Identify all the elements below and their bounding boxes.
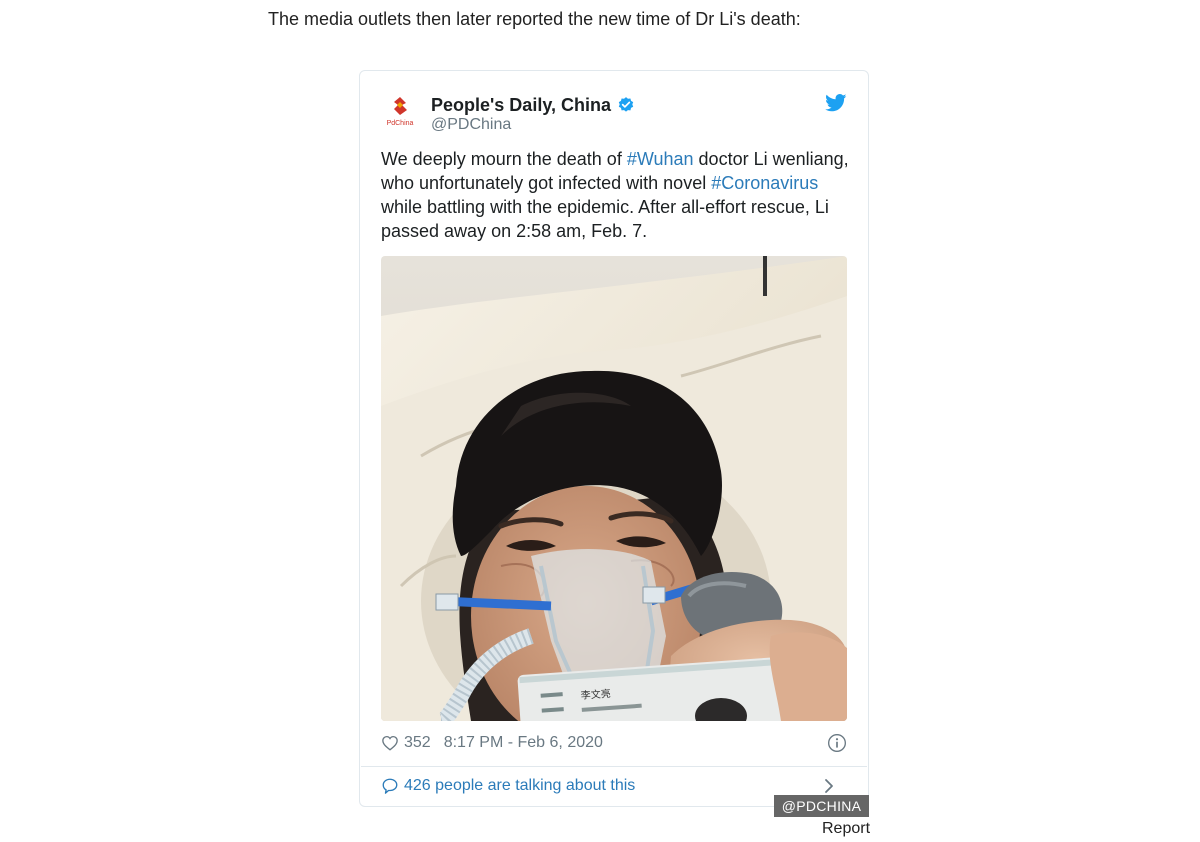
- author-avatar[interactable]: PdChina: [380, 93, 420, 133]
- chevron-right-icon[interactable]: [823, 777, 835, 795]
- like-count[interactable]: 352: [404, 734, 431, 752]
- hashtag-wuhan-link[interactable]: #Wuhan: [627, 149, 694, 169]
- tweet-timestamp[interactable]: 8:17 PM - Feb 6, 2020: [444, 734, 603, 752]
- tweet-text-part-3: while battling with the epidemic. After …: [381, 197, 829, 241]
- report-link[interactable]: Report: [822, 820, 870, 838]
- heart-icon[interactable]: [381, 734, 399, 752]
- verified-icon: [618, 97, 634, 112]
- tweet-text: We deeply mourn the death of #Wuhan doct…: [381, 147, 851, 243]
- tweet-text-part-1: We deeply mourn the death of: [381, 149, 627, 169]
- avatar-logo-text: PdChina: [387, 120, 414, 127]
- embedded-tweet-card: PdChina People's Daily, China @PDChina W…: [359, 70, 869, 807]
- info-icon[interactable]: [827, 733, 847, 753]
- tweet-divider: [361, 766, 867, 767]
- author-handle[interactable]: @PDChina: [431, 116, 511, 134]
- bubble-icon: [382, 778, 398, 794]
- article-intro-text: The media outlets then later reported th…: [268, 9, 801, 29]
- tweet-photo[interactable]: 李文亮: [381, 256, 847, 721]
- hashtag-coronavirus-link[interactable]: #Coronavirus: [711, 173, 818, 193]
- author-name[interactable]: People's Daily, China: [431, 94, 611, 116]
- author-name-row[interactable]: People's Daily, China: [431, 94, 635, 116]
- image-credit-badge: @PDCHINA: [774, 795, 869, 817]
- twitter-logo-icon[interactable]: [825, 94, 847, 112]
- tweet-meta-row: 352 8:17 PM - Feb 6, 2020: [381, 731, 847, 755]
- talking-about-text[interactable]: 426 people are talking about this: [404, 777, 635, 795]
